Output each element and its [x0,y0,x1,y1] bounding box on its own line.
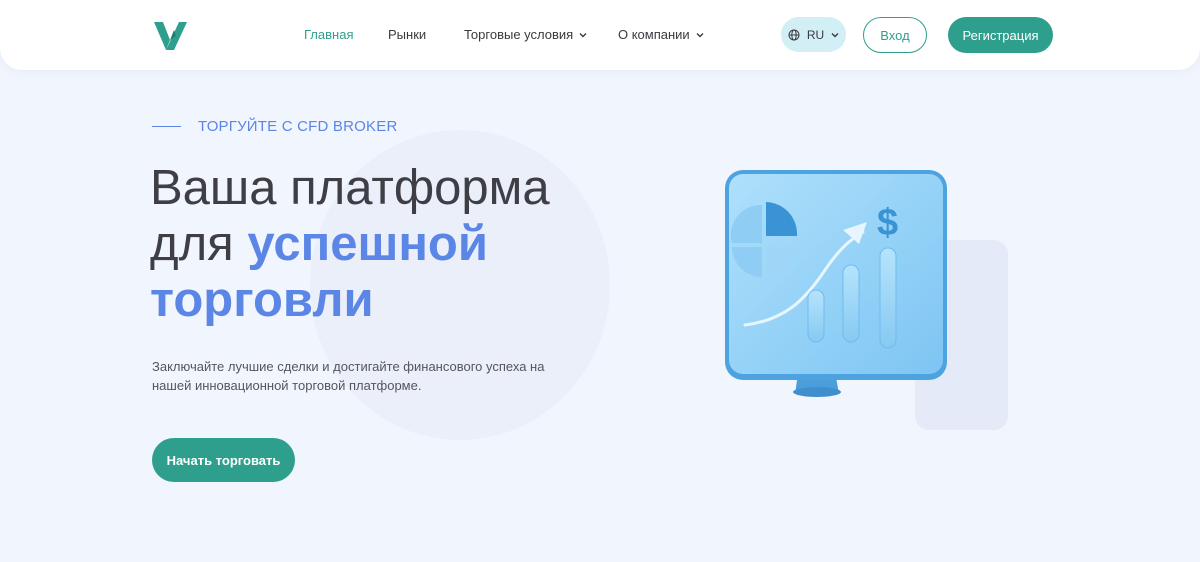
hero-description: Заключайте лучшие сделки и достигайте фи… [152,359,545,393]
language-selector[interactable]: RU [781,17,846,52]
hero-eyebrow: ТОРГУЙТЕ С CFD BROKER [198,118,398,135]
nav-item-label: О компании [618,27,690,42]
nav-item-about[interactable]: О компании [618,27,704,42]
language-code: RU [806,27,825,42]
nav-item-markets[interactable]: Рынки [388,27,426,42]
hero-title-line1: Ваша платформа [150,161,550,215]
monitor-base [793,387,841,397]
nav-item-label: Торговые условия [464,27,574,42]
chevron-down-icon [831,32,839,37]
start-trading-button[interactable]: Начать торговать [152,438,295,482]
chevron-down-icon [696,32,704,37]
globe-icon [788,29,800,40]
hero-title-line2: для успешной [150,216,550,272]
login-button[interactable]: Вход [863,17,927,53]
eyebrow-divider [152,126,181,127]
logo-icon[interactable] [152,18,188,54]
chart-bar [842,264,860,343]
nav-item-home[interactable]: Главная [304,27,353,42]
hero-title-line3: торговли [150,273,374,327]
chevron-down-icon [579,32,587,37]
hero-title: Ваша платформа для успешной торговли [150,160,550,328]
nav-item-label: Рынки [388,27,427,42]
hero-title-plain: для [150,217,248,271]
hero-title-highlight: успешной [247,217,488,271]
site-header: Главная Рынки Торговые условия О компани… [0,0,1200,70]
nav-item-label: Главная [304,27,354,42]
dollar-icon: $ [877,202,898,244]
register-button[interactable]: Регистрация [948,17,1053,53]
chart-bar [879,247,897,349]
monitor-chart-illustration: $ [725,170,1008,430]
chart-bar [807,289,825,343]
nav-item-trading-conditions[interactable]: Торговые условия [464,27,587,42]
